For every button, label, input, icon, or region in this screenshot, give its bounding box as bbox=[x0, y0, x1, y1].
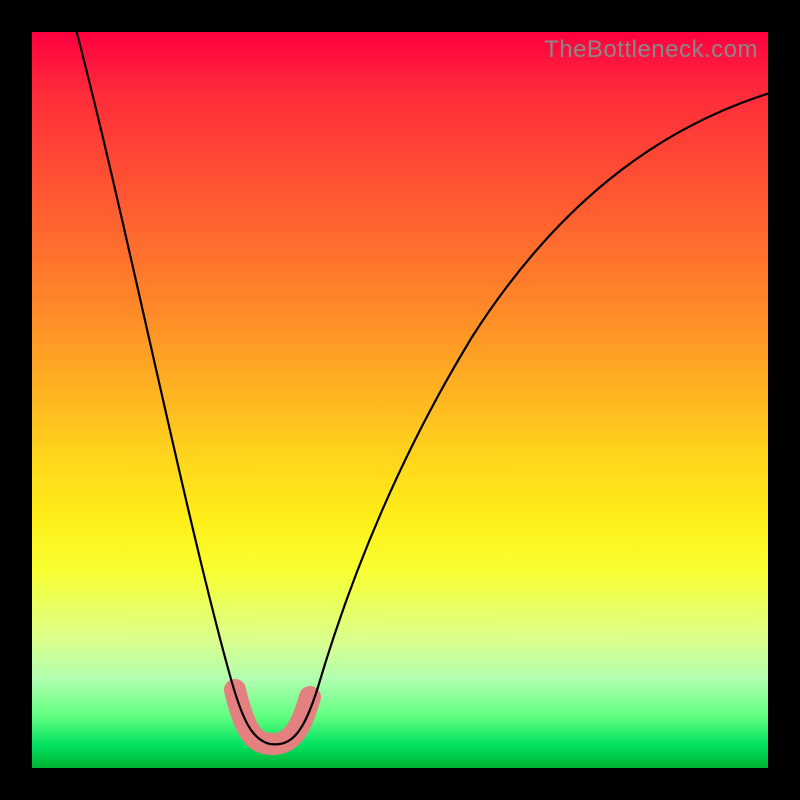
optimal-highlight bbox=[235, 690, 310, 744]
curve-layer bbox=[32, 32, 768, 768]
chart-frame: TheBottleneck.com bbox=[0, 0, 800, 800]
bottleneck-curve bbox=[74, 22, 780, 744]
plot-area: TheBottleneck.com bbox=[32, 32, 768, 768]
